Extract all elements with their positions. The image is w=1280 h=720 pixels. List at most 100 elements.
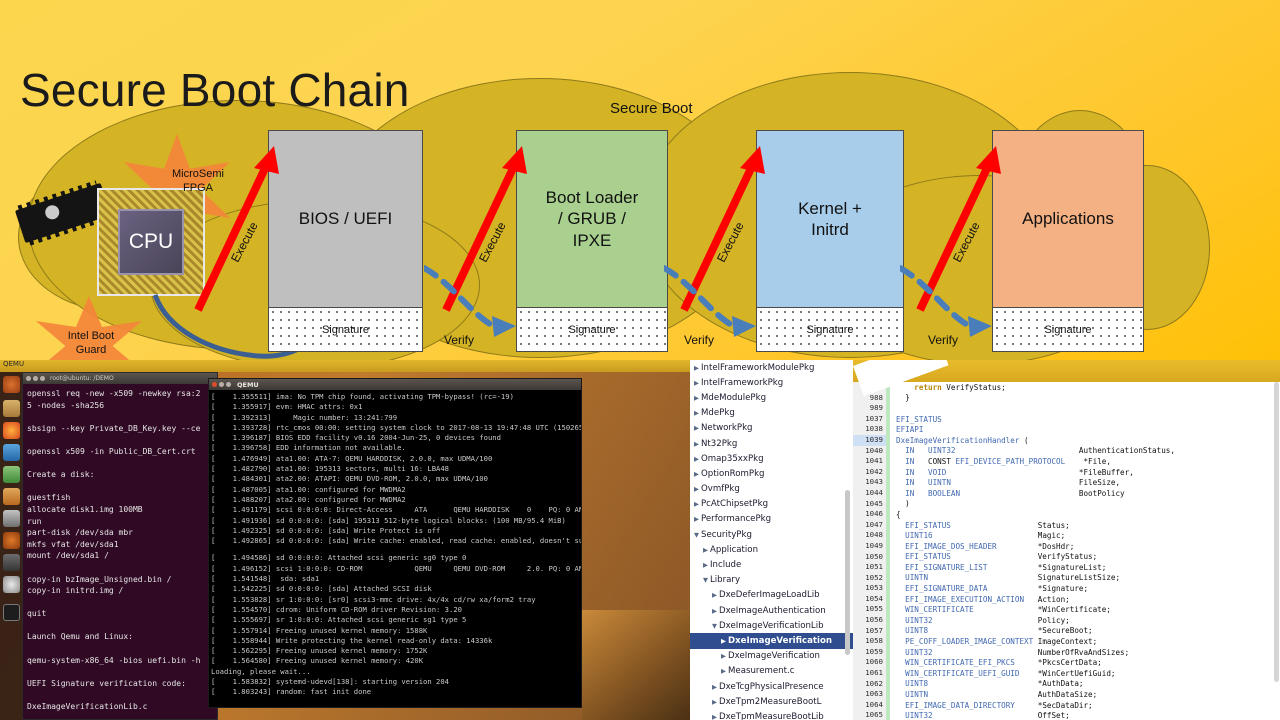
maximize-icon[interactable] [226, 382, 231, 387]
tree-item-dxedeferimageloadlib[interactable]: ▶ DxeDeferImageLoadLib [690, 588, 853, 603]
amazon-icon[interactable] [3, 554, 20, 571]
code-line[interactable]: 1045 ) [853, 498, 1280, 510]
tree-item-intelframeworkmodulepkg[interactable]: ▶ IntelFrameworkModulePkg [690, 360, 853, 375]
tree-item-dxeimageverification[interactable]: ▶ DxeImageVerification [690, 633, 853, 649]
unity-launcher[interactable] [0, 372, 22, 720]
tree-item-dxetcgphysicalpresence[interactable]: ▶ DxeTcgPhysicalPresence [690, 679, 853, 694]
code-line[interactable]: 1054 EFI_IMAGE_EXECUTION_ACTION Action; [853, 593, 1280, 605]
tree-item-include[interactable]: ▶ Include [690, 557, 853, 572]
chevron-right-icon[interactable]: ▶ [719, 637, 728, 645]
tree-item-omap35xxpkg[interactable]: ▶ Omap35xxPkg [690, 451, 853, 466]
chevron-right-icon[interactable]: ▶ [692, 409, 701, 417]
code-line[interactable]: 1049 EFI_IMAGE_DOS_HEADER *DosHdr; [853, 540, 1280, 552]
code-line[interactable]: 1058 PE_COFF_LOADER_IMAGE_CONTEXT ImageC… [853, 636, 1280, 647]
code-line[interactable]: 1044 IN BOOLEAN BootPolicy [853, 487, 1280, 499]
code-line[interactable]: 1051 EFI_SIGNATURE_LIST *SignatureList; [853, 562, 1280, 573]
code-line[interactable]: 1061 WIN_CERTIFICATE_UEFI_GUID *WinCertU… [853, 668, 1280, 679]
code-line[interactable]: 1053 EFI_SIGNATURE_DATA *Signature; [853, 583, 1280, 594]
qemu-window[interactable]: QEMU [ 1.355511] ima: No TPM chip found,… [208, 378, 582, 708]
tree-item-dxeimageverificationlib[interactable]: ▼ DxeImageVerificationLib [690, 618, 853, 633]
terminal-icon[interactable] [3, 604, 20, 621]
chevron-right-icon[interactable]: ▶ [692, 470, 701, 478]
chevron-right-icon[interactable]: ▶ [692, 394, 701, 402]
chevron-right-icon[interactable]: ▶ [710, 683, 719, 691]
stage-applications[interactable]: Applications Signature [992, 130, 1144, 352]
qemu-console-output[interactable]: [ 1.355511] ima: No TPM chip found, acti… [209, 390, 581, 708]
gnome-terminal-window[interactable]: root@ubuntu: /DEMO openssl req -new -x50… [22, 372, 218, 720]
chevron-right-icon[interactable]: ▶ [692, 485, 701, 493]
help-icon[interactable] [3, 532, 20, 549]
close-icon[interactable] [26, 376, 31, 381]
tree-item-dxeimageauthentication[interactable]: ▶ DxeImageAuthentication [690, 603, 853, 618]
chevron-down-icon[interactable]: ▼ [701, 576, 710, 584]
tree-item-dxetpm2measurebootl[interactable]: ▶ DxeTpm2MeasureBootL [690, 694, 853, 709]
files-icon[interactable] [3, 400, 20, 417]
ide-file-tree[interactable]: ▶ IntelFrameworkModulePkg ▶ IntelFrameworkP… [690, 360, 853, 720]
chevron-right-icon[interactable]: ▶ [701, 561, 710, 569]
tree-item-networkpkg[interactable]: ▶ NetworkPkg [690, 421, 853, 436]
minimize-icon[interactable] [219, 382, 224, 387]
code-scrollbar[interactable] [1274, 382, 1279, 682]
stage-kernel-initrd[interactable]: Kernel + Initrd Signature [756, 130, 904, 352]
tree-item-optionrompkg[interactable]: ▶ OptionRomPkg [690, 466, 853, 481]
tree-item-measurement-c[interactable]: ▶ Measurement.c [690, 664, 853, 679]
chevron-right-icon[interactable]: ▶ [692, 424, 701, 432]
maximize-icon[interactable] [40, 376, 45, 381]
impress-icon[interactable] [3, 488, 20, 505]
chevron-down-icon[interactable]: ▼ [692, 531, 701, 539]
tree-item-pcatchipsetpkg[interactable]: ▶ PcAtChipsetPkg [690, 497, 853, 512]
tree-item-performancepkg[interactable]: ▶ PerformancePkg [690, 512, 853, 527]
chevron-right-icon[interactable]: ▶ [692, 500, 701, 508]
code-line[interactable]: 989 [853, 403, 1280, 414]
stage-boot-loader[interactable]: Boot Loader / GRUB / IPXE Signature [516, 130, 668, 352]
code-line[interactable]: 1062 UINT8 *AuthData; [853, 678, 1280, 690]
code-line[interactable]: 987 return VerifyStatus; [853, 382, 1280, 393]
code-line[interactable]: 1039 DxeImageVerificationHandler ( [853, 434, 1280, 446]
tree-item-mdepkg[interactable]: ▶ MdePkg [690, 406, 853, 421]
code-line[interactable]: 1038 EFIAPI [853, 424, 1280, 435]
code-line[interactable]: 1050 EFI_STATUS VerifyStatus; [853, 551, 1280, 563]
tree-item-ovmfpkg[interactable]: ▶ OvmfPkg [690, 482, 853, 497]
code-line[interactable]: 1037 EFI_STATUS [853, 413, 1280, 425]
chevron-right-icon[interactable]: ▶ [710, 591, 719, 599]
tree-item-application[interactable]: ▶ Application [690, 542, 853, 557]
code-line[interactable]: 1065 UINT32 OffSet; [853, 710, 1280, 720]
chevron-right-icon[interactable]: ▶ [710, 713, 719, 720]
ide-code-pane[interactable]: 987 return VerifyStatus;988 }989 1037EFI… [853, 360, 1280, 720]
code-line[interactable]: 1057 UINT8 *SecureBoot; [853, 625, 1280, 637]
code-line[interactable]: 1040 IN UINT32 AuthenticationStatus, [853, 445, 1280, 457]
code-rows[interactable]: 987 return VerifyStatus;988 }989 1037EFI… [853, 382, 1280, 720]
tree-scrollbar[interactable] [845, 490, 850, 655]
chevron-down-icon[interactable]: ▼ [710, 622, 719, 630]
tree-item-securitypkg[interactable]: ▼ SecurityPkg [690, 527, 853, 542]
code-line[interactable]: 1060 WIN_CERTIFICATE_EFI_PKCS *PkcsCertD… [853, 657, 1280, 669]
code-line[interactable]: 1063 UINTN AuthDataSize; [853, 689, 1280, 700]
code-line[interactable]: 1042 IN VOID *FileBuffer, [853, 466, 1280, 478]
ubuntu-dash-icon[interactable] [3, 376, 20, 393]
tree-item-intelframeworkpkg[interactable]: ▶ IntelFrameworkPkg [690, 375, 853, 390]
writer-icon[interactable] [3, 444, 20, 461]
chevron-right-icon[interactable]: ▶ [692, 440, 701, 448]
chevron-right-icon[interactable]: ▶ [719, 667, 728, 675]
firefox-icon[interactable] [3, 422, 20, 439]
qemu-title-bar[interactable]: QEMU [209, 379, 581, 390]
code-line[interactable]: 1056 UINT32 Policy; [853, 615, 1280, 626]
chevron-right-icon[interactable]: ▶ [692, 515, 701, 523]
close-icon[interactable] [212, 382, 217, 387]
tree-item-nt32pkg[interactable]: ▶ Nt32Pkg [690, 436, 853, 451]
code-line[interactable]: 1052 UINTN SignatureListSize; [853, 572, 1280, 584]
stage-bios-uefi[interactable]: BIOS / UEFI Signature [268, 130, 423, 352]
chevron-right-icon[interactable]: ▶ [701, 546, 710, 554]
chevron-right-icon[interactable]: ▶ [710, 607, 719, 615]
tree-item-library[interactable]: ▼ Library [690, 573, 853, 588]
code-line[interactable]: 1064 EFI_IMAGE_DATA_DIRECTORY *SecDataDi… [853, 699, 1280, 711]
code-line[interactable]: 1059 UINT32 NumberOfRvaAndSizes; [853, 646, 1280, 658]
tree-item-dxeimageverification[interactable]: ▶ DxeImageVerification [690, 649, 853, 664]
chevron-right-icon[interactable]: ▶ [719, 652, 728, 660]
code-line[interactable]: 1048 UINT16 Magic; [853, 530, 1280, 541]
chevron-right-icon[interactable]: ▶ [692, 364, 701, 372]
code-line[interactable]: 1046 { [853, 509, 1280, 520]
chevron-right-icon[interactable]: ▶ [692, 379, 701, 387]
terminal-title-bar[interactable]: root@ubuntu: /DEMO [23, 373, 217, 384]
software-center-icon[interactable] [3, 510, 20, 527]
